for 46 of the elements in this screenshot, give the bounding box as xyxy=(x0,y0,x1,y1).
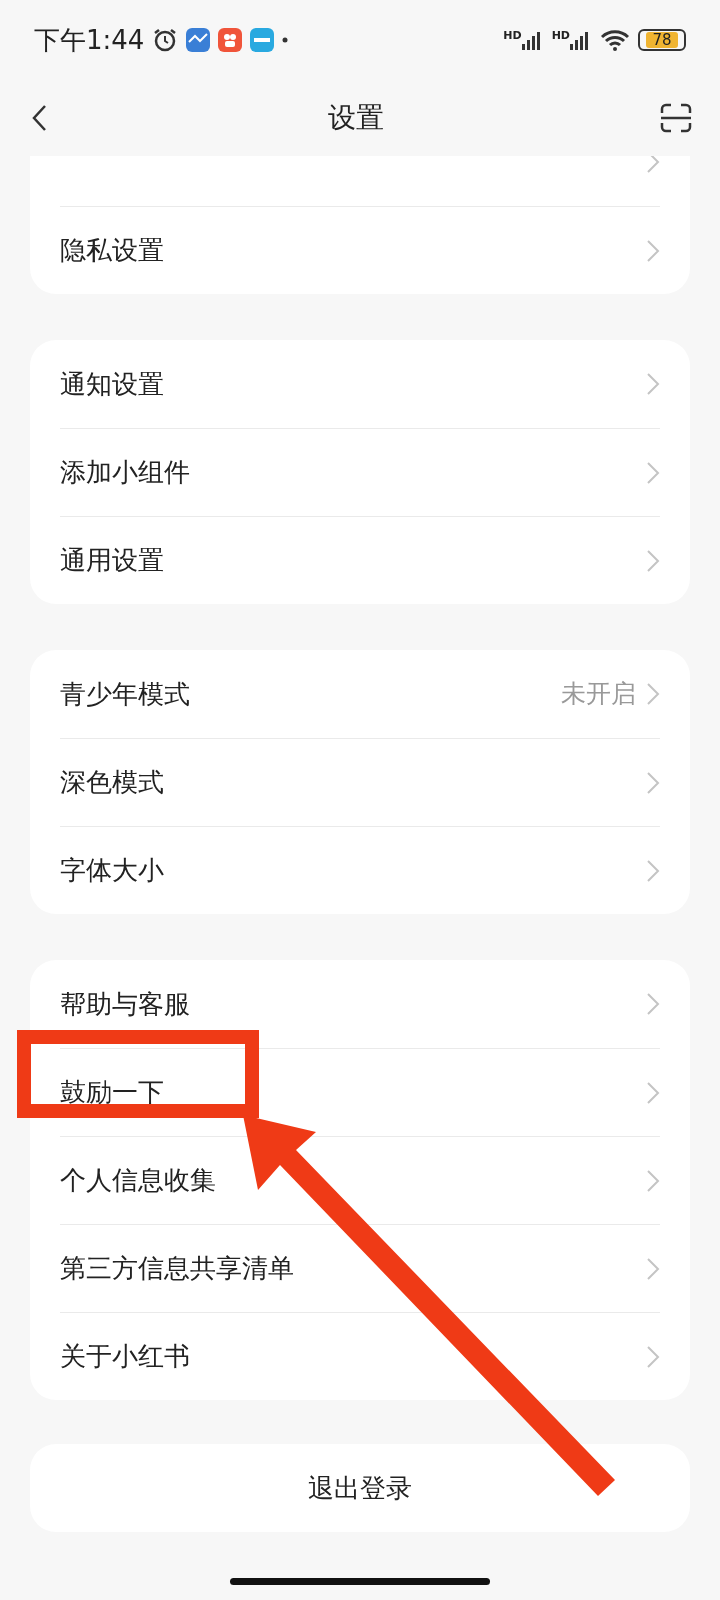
settings-row[interactable]: 通知设置 xyxy=(60,340,660,428)
network-label: HD xyxy=(503,30,522,41)
chevron-icon xyxy=(646,992,660,1016)
network-label: HD xyxy=(551,30,570,41)
row-label: 第三方信息共享清单 xyxy=(60,1252,295,1285)
row-label: 通用设置 xyxy=(60,544,165,577)
settings-row[interactable]: 深色模式 xyxy=(60,738,660,826)
page-title: 设置 xyxy=(328,100,384,136)
row-label: 字体大小 xyxy=(60,854,165,887)
row-label: 添加小组件 xyxy=(60,456,191,489)
chevron-icon xyxy=(646,372,660,396)
settings-row[interactable]: 帮助与客服 xyxy=(60,960,660,1048)
chevron-icon xyxy=(646,1168,660,1193)
row-label: 隐私设置 xyxy=(60,234,165,267)
row-label: 深色模式 xyxy=(60,766,165,799)
chevron-icon xyxy=(646,460,660,485)
dot-icon xyxy=(282,37,289,43)
scan-icon[interactable] xyxy=(660,103,692,133)
chevron-icon xyxy=(646,156,660,174)
row-label: 青少年模式 xyxy=(60,677,191,711)
row-label: 个人信息收集 xyxy=(60,1164,217,1197)
chevron-icon xyxy=(646,238,660,263)
chevron-icon xyxy=(646,770,660,795)
app-icon xyxy=(186,28,211,52)
row-value: 未开启 xyxy=(561,678,636,711)
app-icon xyxy=(250,28,275,52)
row-label: 通知设置 xyxy=(60,367,165,401)
settings-row[interactable]: 青少年模式 未开启 xyxy=(60,650,660,738)
settings-row[interactable]: 通用设置 xyxy=(60,516,660,604)
chevron-icon xyxy=(646,1344,660,1369)
app-icon xyxy=(218,28,243,52)
status-time: 下午1:44 xyxy=(34,23,145,57)
battery-level: 78 xyxy=(646,32,678,48)
logout-button[interactable]: 退出登录 xyxy=(30,1444,690,1532)
settings-row[interactable]: 隐私设置 xyxy=(60,206,660,294)
settings-row[interactable]: 添加小组件 xyxy=(60,428,660,516)
settings-row[interactable]: 字体大小 xyxy=(60,826,660,914)
chevron-icon xyxy=(646,548,660,573)
chevron-icon xyxy=(646,1080,660,1105)
chevron-icon xyxy=(646,682,660,706)
chevron-icon xyxy=(646,858,660,883)
row-label: 关于小红书 xyxy=(60,1340,191,1373)
chevron-icon xyxy=(646,1256,660,1281)
wifi-icon xyxy=(600,29,630,51)
row-label: 鼓励一下 xyxy=(60,1076,165,1109)
row-label: 帮助与客服 xyxy=(60,987,191,1021)
